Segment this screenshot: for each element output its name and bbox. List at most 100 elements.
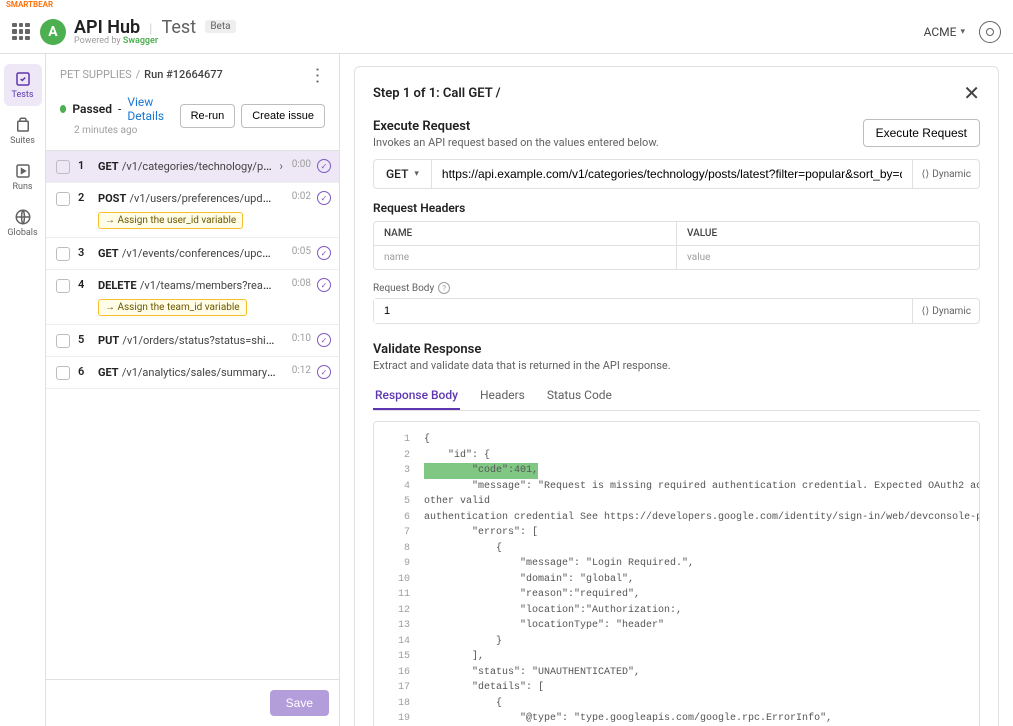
step-status-icon: ✓ <box>317 159 331 173</box>
profile-icon[interactable] <box>979 21 1001 43</box>
response-body-code[interactable]: 1{2 "id": {3 "code":401,4 "message": "Re… <box>373 421 980 726</box>
code-text[interactable]: { <box>424 541 502 557</box>
tab-status-code[interactable]: Status Code <box>545 382 614 410</box>
code-text[interactable]: "message": "Login Required.", <box>424 556 694 572</box>
line-number: 16 <box>386 665 410 681</box>
line-number: 5 <box>386 494 410 510</box>
step-checkbox[interactable] <box>56 334 70 348</box>
step-row[interactable]: 2 POST /v1/users/preferences/update?no..… <box>46 183 339 238</box>
execute-request-button[interactable]: Execute Request <box>863 119 980 147</box>
line-number: 1 <box>386 432 410 448</box>
code-text[interactable]: "location":"Authorization:, <box>424 603 682 619</box>
header-name-input[interactable]: name <box>374 246 677 269</box>
info-icon[interactable]: ? <box>438 282 450 294</box>
runs-icon <box>14 162 32 180</box>
chevron-down-icon: ▾ <box>960 27 965 37</box>
assign-badge: → Assign the user_id variable <box>98 212 243 229</box>
step-time: 0:10 <box>283 333 311 344</box>
step-checkbox[interactable] <box>56 247 70 261</box>
code-text[interactable]: "locationType": "header" <box>424 618 664 634</box>
kebab-menu-icon[interactable]: ⋯ <box>307 67 328 83</box>
sidebar-item-tests[interactable]: Tests <box>4 64 42 106</box>
step-time: 0:02 <box>283 191 311 202</box>
view-details-link[interactable]: View Details <box>127 95 179 123</box>
code-text[interactable]: "code":401, <box>424 463 538 479</box>
code-text[interactable]: { <box>424 696 502 712</box>
tab-headers[interactable]: Headers <box>478 382 527 410</box>
smartbear-bar: SMARTBEAR <box>0 0 1013 10</box>
close-icon[interactable]: ✕ <box>963 81 980 105</box>
request-headers-table: NAME VALUE name value <box>373 221 980 270</box>
validate-tabs: Response Body Headers Status Code <box>373 382 980 411</box>
code-text[interactable]: "message": "Request is missing required … <box>424 479 980 495</box>
code-text[interactable]: ], <box>424 649 484 665</box>
step-time: 0:08 <box>283 278 311 289</box>
org-selector[interactable]: ACME▾ <box>924 25 965 39</box>
status-dot-icon <box>60 105 66 113</box>
code-text[interactable]: "domain": "global", <box>424 572 634 588</box>
tab-response-body[interactable]: Response Body <box>373 382 460 410</box>
apps-grid-icon[interactable] <box>12 23 30 41</box>
app-header: A API Hub | Test Beta Powered by Swagger… <box>0 10 1013 54</box>
code-text[interactable]: "errors": [ <box>424 525 538 541</box>
line-number: 9 <box>386 556 410 572</box>
url-input[interactable] <box>432 160 913 188</box>
rerun-button[interactable]: Re-run <box>180 104 236 128</box>
request-body-input[interactable] <box>374 299 912 323</box>
code-text[interactable]: "status": "UNAUTHENTICATED", <box>424 665 640 681</box>
steps-list: 1 GET /v1/categories/technology/posts/la… <box>46 150 339 679</box>
method-select[interactable]: GET▾ <box>374 160 432 188</box>
code-text[interactable]: "id": { <box>424 448 490 464</box>
step-row[interactable]: 5 PUT /v1/orders/status?status=shipped&.… <box>46 325 339 357</box>
step-row[interactable]: 4 DELETE /v1/teams/members?reason=in... … <box>46 270 339 325</box>
code-text[interactable]: "details": [ <box>424 680 544 696</box>
breadcrumb: PET SUPPLIES / Run #12664677 ⋯ <box>46 54 339 89</box>
code-text[interactable]: authentication credential See https://de… <box>424 510 980 526</box>
code-text[interactable]: "reason":"required", <box>424 587 640 603</box>
line-number: 19 <box>386 711 410 726</box>
dynamic-toggle[interactable]: ⟨⟩Dynamic <box>912 160 979 188</box>
code-text[interactable]: other valid <box>424 494 490 510</box>
save-button[interactable]: Save <box>270 690 329 716</box>
code-text[interactable]: "@type": "type.googleapis.com/google.rpc… <box>424 711 832 726</box>
step-checkbox[interactable] <box>56 366 70 380</box>
step-number: 4 <box>78 278 90 291</box>
suites-icon <box>14 116 32 134</box>
sidebar-item-runs[interactable]: Runs <box>4 156 42 198</box>
step-path: /v1/events/conferences/upcoming?... <box>122 246 277 261</box>
step-row[interactable]: 6 GET /v1/analytics/sales/summary?rang..… <box>46 357 339 389</box>
sidebar-item-suites[interactable]: Suites <box>4 110 42 152</box>
app-section: Test <box>162 17 197 38</box>
step-path: /v1/categories/technology/posts/la... <box>122 159 274 174</box>
breadcrumb-parent[interactable]: PET SUPPLIES <box>60 68 132 81</box>
app-logo: A <box>40 19 66 45</box>
step-method: PUT <box>98 334 119 347</box>
code-text[interactable]: } <box>424 634 502 650</box>
header-col-name: NAME <box>374 222 677 245</box>
create-issue-button[interactable]: Create issue <box>241 104 325 128</box>
step-number: 1 <box>78 159 90 172</box>
step-number: 5 <box>78 333 90 346</box>
step-method: GET <box>98 366 119 379</box>
body-dynamic-toggle[interactable]: ⟨⟩Dynamic <box>912 299 979 323</box>
line-number: 10 <box>386 572 410 588</box>
line-number: 2 <box>386 448 410 464</box>
step-method: DELETE <box>98 279 137 292</box>
line-number: 17 <box>386 680 410 696</box>
code-text[interactable]: { <box>424 432 430 448</box>
request-line: GET▾ ⟨⟩Dynamic <box>373 159 980 189</box>
step-status-icon: ✓ <box>317 246 331 260</box>
step-checkbox[interactable] <box>56 192 70 206</box>
sidebar-item-globals[interactable]: Globals <box>4 202 42 244</box>
step-checkbox[interactable] <box>56 279 70 293</box>
step-row[interactable]: 1 GET /v1/categories/technology/posts/la… <box>46 151 339 183</box>
detail-panel: Step 1 of 1: Call GET / ✕ Execute Reques… <box>340 54 1013 726</box>
brackets-icon: ⟨⟩ <box>921 169 929 180</box>
step-row[interactable]: 3 GET /v1/events/conferences/upcoming?..… <box>46 238 339 270</box>
header-value-input[interactable]: value <box>677 246 979 269</box>
execute-title: Execute Request <box>373 119 659 134</box>
step-checkbox[interactable] <box>56 160 70 174</box>
request-headers-title: Request Headers <box>373 201 980 215</box>
line-number: 18 <box>386 696 410 712</box>
step-time: 0:00 <box>283 159 311 170</box>
